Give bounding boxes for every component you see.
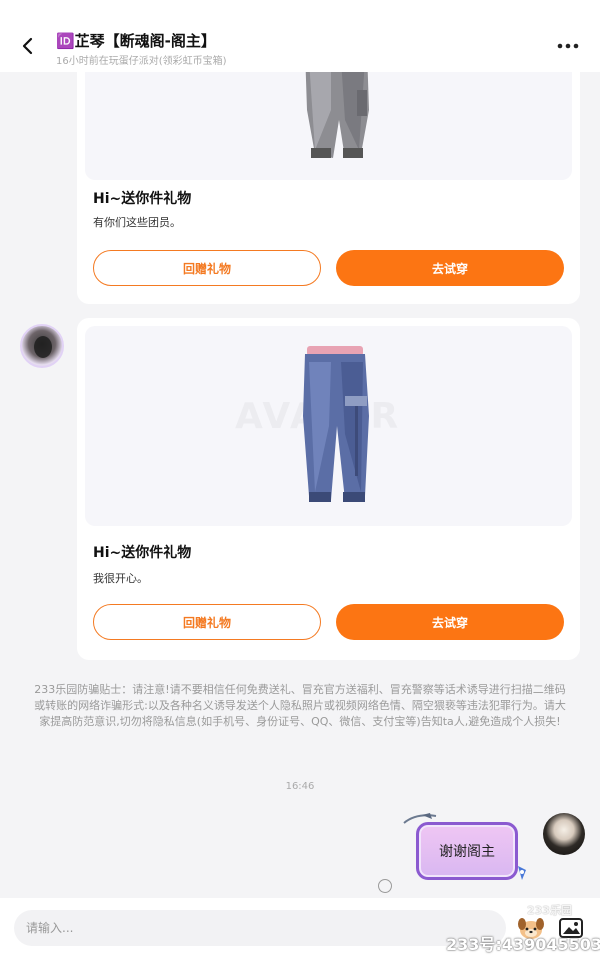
input-bar: 233乐园 233号:439045503 (0, 898, 600, 960)
return-gift-button[interactable]: 回赠礼物 (93, 604, 321, 640)
message-input[interactable] (14, 910, 506, 946)
loading-indicator (378, 879, 392, 893)
try-on-button[interactable]: 去试穿 (336, 604, 564, 640)
gift-title: Hi~送你件礼物 (93, 191, 192, 207)
watermark-logo: 233乐园 (527, 904, 572, 917)
gift-card: AVATAR Hi~送你件礼物 我很开心。 回赠礼物 去试穿 (77, 318, 580, 660)
anti-fraud-notice: 233乐园防骗贴士：请注意!请不要相信任何免费送礼、冒充官方送福利、冒充警察等话… (34, 683, 566, 728)
watermark-id: 233号:439045503 (446, 935, 600, 954)
chat-title: 🆔芷琴【断魂阁-阁主】 (56, 32, 216, 50)
gift-image (85, 72, 572, 180)
bubble-decoration-icon (518, 866, 526, 880)
chevron-left-icon[interactable] (14, 32, 42, 60)
try-on-button[interactable]: 去试穿 (336, 250, 564, 286)
chat-subtitle: 16小时前在玩蛋仔派对(领彩虹币宝箱) (56, 56, 227, 67)
chat-header: 🆔芷琴【断魂阁-阁主】 16小时前在玩蛋仔派对(领彩虹币宝箱) (0, 0, 600, 72)
return-gift-button[interactable]: 回赠礼物 (93, 250, 321, 286)
gift-title: Hi~送你件礼物 (93, 545, 192, 561)
gift-message: 我很开心。 (93, 572, 148, 585)
my-message-bubble[interactable]: 谢谢阁主 (416, 822, 518, 880)
gift-card: Hi~送你件礼物 有你们这些团员。 回赠礼物 去试穿 (77, 72, 580, 304)
gift-message: 有你们这些团员。 (93, 216, 181, 229)
grey-cargo-pants-icon (305, 72, 369, 158)
chat-area[interactable]: Hi~送你件礼物 有你们这些团员。 回赠礼物 去试穿 AVATAR (0, 72, 600, 898)
blue-cargo-pants-icon (303, 346, 369, 502)
more-dots-icon[interactable] (554, 36, 582, 56)
avatar[interactable] (543, 813, 585, 855)
message-timestamp: 16:46 (285, 781, 315, 792)
gift-image: AVATAR (85, 326, 572, 526)
avatar[interactable] (20, 324, 64, 368)
